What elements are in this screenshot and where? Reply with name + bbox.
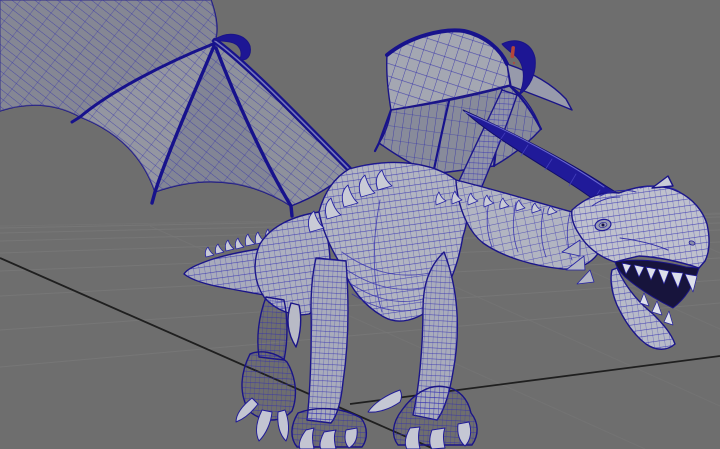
marker-dot xyxy=(513,62,515,64)
viewport-3d[interactable] xyxy=(0,0,720,449)
hind-shin xyxy=(258,297,287,360)
scene-svg xyxy=(0,0,720,449)
front-left-claws xyxy=(299,428,357,449)
pupil xyxy=(602,224,605,227)
